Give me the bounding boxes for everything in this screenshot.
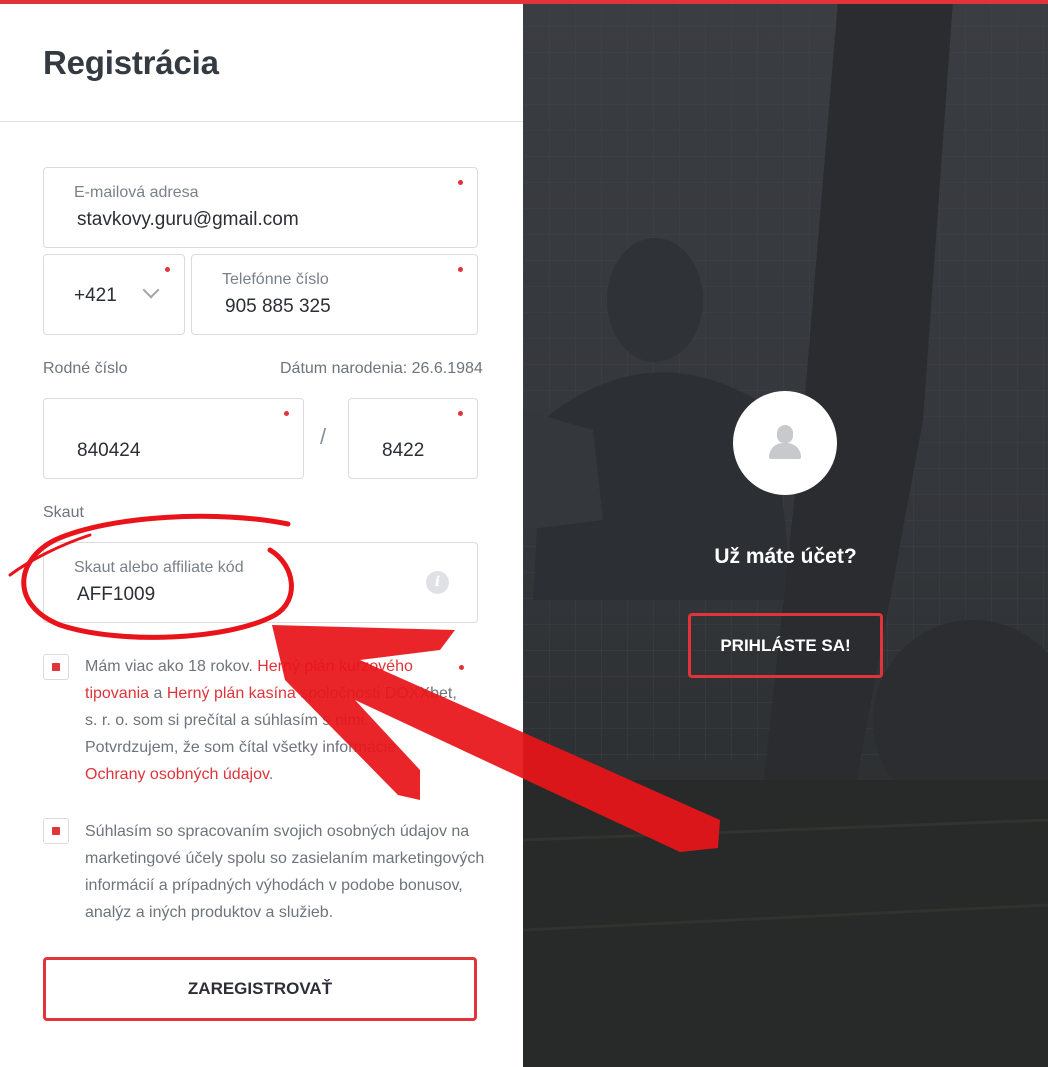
register-button[interactable]: ZAREGISTROVAŤ bbox=[43, 957, 477, 1021]
page-title: Registrácia bbox=[43, 44, 219, 81]
birth-number-part1-field[interactable]: 840424 bbox=[43, 398, 304, 479]
login-panel: Už máte účet? PRIHLÁSTE SA! bbox=[523, 0, 1048, 1067]
info-icon[interactable]: i bbox=[426, 571, 449, 594]
login-button[interactable]: PRIHLÁSTE SA! bbox=[688, 613, 883, 678]
top-accent-bar bbox=[0, 0, 1048, 4]
marketing-consent-text: Súhlasím so spracovaním svojich osobných… bbox=[85, 818, 485, 926]
scout-code-field[interactable]: Skaut alebo affiliate kód AFF1009 bbox=[43, 542, 478, 623]
email-label: E-mailová adresa bbox=[74, 184, 199, 201]
background-photo bbox=[523, 0, 1048, 1067]
birth-number-label: Rodné číslo bbox=[43, 360, 128, 377]
consent-text: Potvrdzujem, že som čítal všetky informá… bbox=[85, 739, 397, 756]
game-plan-betting-link-cont[interactable]: tipovania bbox=[85, 685, 149, 702]
consent-text: spoločnosti DOXXbet, bbox=[295, 685, 457, 702]
consent-text: s. r. o. som si prečítal a súhlasím s ni… bbox=[85, 712, 369, 729]
scout-code-label: Skaut alebo affiliate kód bbox=[74, 559, 244, 576]
avatar-head bbox=[777, 425, 793, 443]
game-plan-casino-link[interactable]: Herný plán kasína bbox=[167, 685, 296, 702]
privacy-link[interactable]: Ochrany osobných údajov bbox=[85, 766, 269, 783]
email-value[interactable]: stavkovy.guru@gmail.com bbox=[77, 209, 299, 231]
required-dot-icon bbox=[458, 411, 463, 416]
consent-line: analýz a iných produktov a služieb. bbox=[85, 904, 334, 921]
date-of-birth-text: Dátum narodenia: 26.6.1984 bbox=[280, 360, 483, 377]
consent-line: marketingové účely spolu so zasielaním m… bbox=[85, 850, 485, 867]
phone-prefix-value: +421 bbox=[74, 285, 117, 306]
user-avatar-icon bbox=[733, 391, 837, 495]
age-consent-text: Mám viac ako 18 rokov. Herný plán kurzov… bbox=[85, 653, 460, 788]
phone-field[interactable]: Telefónne číslo 905 885 325 bbox=[191, 254, 478, 335]
birth-number-separator: / bbox=[320, 424, 327, 449]
consent-text: a bbox=[149, 685, 167, 702]
phone-prefix-select[interactable]: +421 bbox=[43, 254, 185, 335]
consent-text: Mám viac ako 18 rokov. bbox=[85, 658, 258, 675]
required-dot-icon bbox=[165, 267, 170, 272]
scout-code-value[interactable]: AFF1009 bbox=[77, 584, 155, 606]
header-divider bbox=[0, 121, 523, 122]
phone-label: Telefónne číslo bbox=[222, 271, 329, 288]
birth-number-part1-value[interactable]: 840424 bbox=[77, 440, 140, 462]
age-consent-checkbox[interactable] bbox=[43, 654, 69, 680]
phone-value[interactable]: 905 885 325 bbox=[225, 296, 331, 318]
required-dot-icon bbox=[458, 180, 463, 185]
required-dot-icon bbox=[284, 411, 289, 416]
birth-number-part2-field[interactable]: 8422 bbox=[348, 398, 478, 479]
required-dot-icon bbox=[458, 267, 463, 272]
consent-text: . bbox=[268, 766, 274, 783]
registration-panel: Registrácia E-mailová adresa stavkovy.gu… bbox=[0, 0, 523, 1067]
marketing-consent-checkbox[interactable] bbox=[43, 818, 69, 844]
consent-line: Súhlasím so spracovaním svojich osobných… bbox=[85, 823, 470, 840]
existing-account-prompt: Už máte účet? bbox=[714, 545, 857, 568]
avatar-body bbox=[769, 443, 801, 459]
game-plan-betting-link[interactable]: Herný plán kurzového bbox=[257, 658, 413, 675]
consent-line: informácií a prípadných výhodách v podob… bbox=[85, 877, 463, 894]
scout-section-label: Skaut bbox=[43, 504, 84, 521]
email-field[interactable]: E-mailová adresa stavkovy.guru@gmail.com bbox=[43, 167, 478, 248]
birth-number-part2-value[interactable]: 8422 bbox=[382, 440, 424, 462]
